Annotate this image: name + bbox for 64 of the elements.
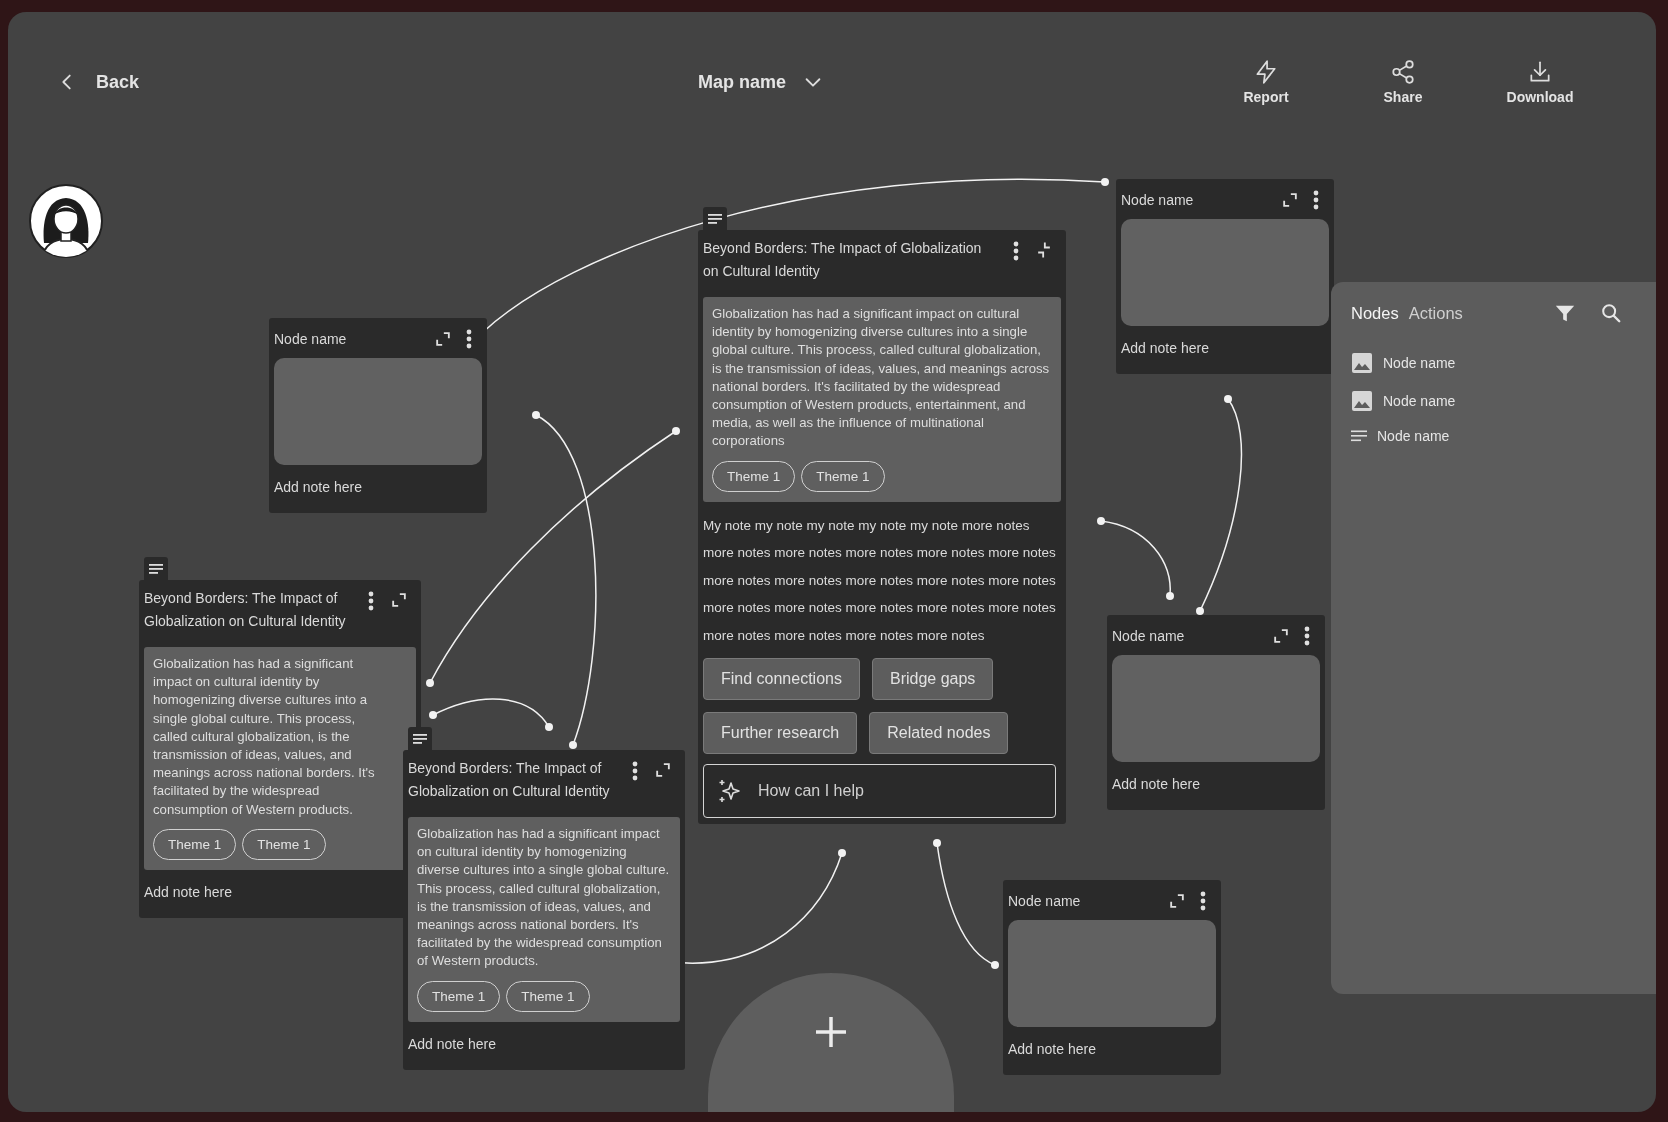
action-button[interactable]: Find connections: [703, 657, 860, 700]
more-icon[interactable]: [1012, 240, 1020, 262]
more-icon[interactable]: [367, 590, 375, 612]
node-list-item[interactable]: Node name: [1351, 352, 1456, 374]
download-button[interactable]: Download: [1490, 59, 1590, 105]
more-icon[interactable]: [631, 760, 639, 782]
expand-icon[interactable]: [1280, 190, 1300, 210]
text-icon: [1351, 430, 1367, 442]
share-button[interactable]: Share: [1353, 59, 1453, 105]
note-field[interactable]: Add note here: [274, 479, 374, 495]
lightning-icon: [1253, 59, 1279, 85]
node-title: Node name: [1121, 192, 1195, 208]
panel-tab[interactable]: Actions: [1408, 303, 1463, 323]
summary-text: Globalization has had a significant impact on cultural identity by homogenizing diverse cultures into a single global culture. This process, called cultural globalization, is the transmission of ideas, values, and meanings across national borders. It's facilitated by the widespread consumption of Western products.: [153, 655, 376, 819]
summary-text: Globalization has had a significant impact on cultural identity by homogenizing diverse cultures into a single global culture. This process, called cultural globalization, is the transmission of ideas, values, and meanings across national borders. It's facilitated by the widespread consumption of Western products.: [417, 825, 671, 971]
node-card[interactable]: [698, 230, 1066, 824]
note-text: My note my note my note my note my note more notes more notes more notes more notes more notes more notes more notes more notes more notes more notes more notes more notes more notes more notes more notes more notes more notes more notes more notes more notes: [703, 516, 1057, 645]
expand-icon[interactable]: [389, 590, 409, 610]
note-field[interactable]: Add note here: [1008, 1041, 1108, 1057]
node-title: Node name: [1112, 628, 1186, 644]
node-title: Beyond Borders: The Impact of Globalization on Cultural Identity: [703, 239, 983, 281]
node-title: Node name: [1008, 893, 1082, 909]
node-title: Beyond Borders: The Impact of Globalization on Cultural Identity: [408, 759, 611, 801]
expand-icon[interactable]: [1167, 891, 1187, 911]
action-button[interactable]: Bridge gaps: [871, 657, 994, 700]
expand-icon[interactable]: [653, 760, 673, 780]
share-icon: [1390, 59, 1416, 85]
node-card[interactable]: Node name Add note here: [1107, 615, 1325, 810]
node-card[interactable]: Node name Add note here: [1003, 880, 1221, 1075]
node-card[interactable]: Node name Add note here: [1116, 179, 1334, 374]
note-field[interactable]: Add note here: [144, 883, 244, 900]
help-field[interactable]: How can I help: [703, 763, 1056, 818]
note-field[interactable]: Add note here: [1112, 776, 1212, 792]
expand-icon[interactable]: [433, 329, 453, 349]
node-card[interactable]: [403, 750, 685, 1070]
node-card[interactable]: Node name Add note here: [269, 318, 487, 513]
panel-tab[interactable]: Nodes: [1351, 303, 1399, 323]
expand-icon[interactable]: [1271, 626, 1291, 646]
image-icon: [1351, 390, 1373, 412]
more-icon[interactable]: [1199, 890, 1207, 912]
download-icon: [1527, 59, 1553, 85]
more-icon[interactable]: [465, 328, 473, 350]
node-list-item[interactable]: Node name: [1351, 428, 1450, 444]
note-icon[interactable]: [703, 207, 727, 230]
map-name-dropdown[interactable]: Map name: [698, 71, 825, 93]
node-list-item[interactable]: Node name: [1351, 390, 1456, 412]
plus-icon: [814, 1015, 848, 1049]
report-button[interactable]: Report: [1216, 59, 1316, 105]
action-button[interactable]: Related nodes: [869, 711, 1009, 754]
note-field[interactable]: Add note here: [1121, 340, 1221, 356]
more-icon[interactable]: [1303, 625, 1311, 647]
summary-text: Globalization has had a significant impact on cultural identity by homogenizing diverse cultures into a single global culture. This process, called cultural globalization, is the transmission of ideas, values, and meanings across national borders. It's facilitated by the widespread consumption of Western products, entertainment, and media, as well as the influence of multinational corporations: [712, 305, 1051, 451]
back-button[interactable]: Back: [56, 71, 140, 93]
note-field[interactable]: Add note here: [408, 1035, 508, 1052]
node-title: Node name: [274, 331, 348, 347]
action-button[interactable]: Further research: [703, 711, 858, 754]
note-icon[interactable]: [144, 557, 168, 580]
search-icon[interactable]: [1600, 302, 1622, 324]
note-icon[interactable]: [408, 727, 432, 750]
image-icon: [1351, 352, 1373, 374]
node-title: Beyond Borders: The Impact of Globalization on Cultural Identity: [144, 589, 347, 631]
avatar[interactable]: [28, 183, 104, 259]
sparkle-icon: [717, 777, 743, 804]
more-icon[interactable]: [1312, 189, 1320, 211]
